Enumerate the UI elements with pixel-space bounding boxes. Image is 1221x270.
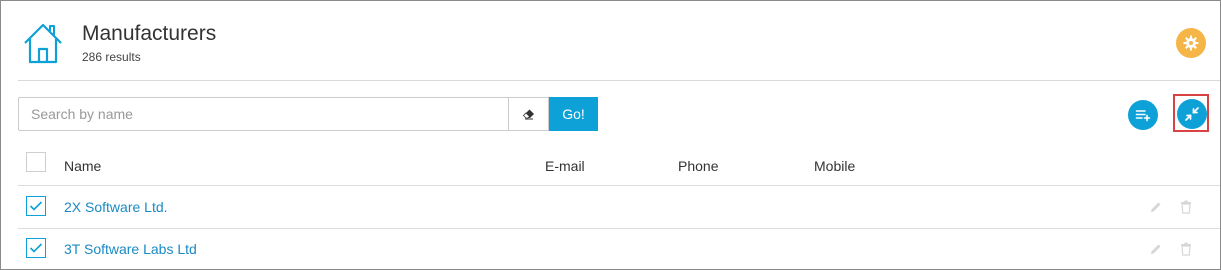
home-icon[interactable] [22,21,64,65]
go-button[interactable]: Go! [549,97,598,131]
delete-button[interactable] [1178,241,1194,257]
search-input[interactable] [18,97,509,131]
manufacturer-name-link[interactable]: 3T Software Labs Ltd [64,241,197,257]
column-header-email[interactable]: E-mail [545,158,585,174]
trash-icon [1181,242,1191,256]
column-header-phone[interactable]: Phone [678,158,718,174]
header-divider [18,80,1220,81]
compress-icon [1185,107,1199,121]
row-checkbox[interactable] [26,238,46,258]
settings-button[interactable] [1176,28,1206,58]
manufacturer-name-link[interactable]: 2X Software Ltd. [64,199,168,215]
results-count: 286 results [82,50,141,64]
clear-search-button[interactable] [508,97,549,131]
table-row-divider [18,228,1220,229]
add-to-list-button[interactable] [1128,100,1158,130]
eraser-icon [522,109,534,120]
column-header-mobile[interactable]: Mobile [814,158,855,174]
page-title: Manufacturers [82,22,217,45]
gear-icon [1183,35,1199,51]
delete-button[interactable] [1178,199,1194,215]
checkmark-icon [29,243,43,253]
manufacturers-panel: Manufacturers 286 results Go! [0,0,1221,270]
row-checkbox[interactable] [26,196,46,216]
edit-button[interactable] [1148,199,1164,215]
pencil-icon [1151,244,1161,254]
compress-view-button[interactable] [1177,99,1207,129]
trash-icon [1181,200,1191,214]
checkmark-icon [29,201,43,211]
list-add-icon [1135,110,1151,122]
column-header-name[interactable]: Name [64,158,101,174]
edit-button[interactable] [1148,241,1164,257]
table-header-divider [18,185,1220,186]
select-all-checkbox[interactable] [26,152,46,172]
pencil-icon [1151,202,1161,212]
